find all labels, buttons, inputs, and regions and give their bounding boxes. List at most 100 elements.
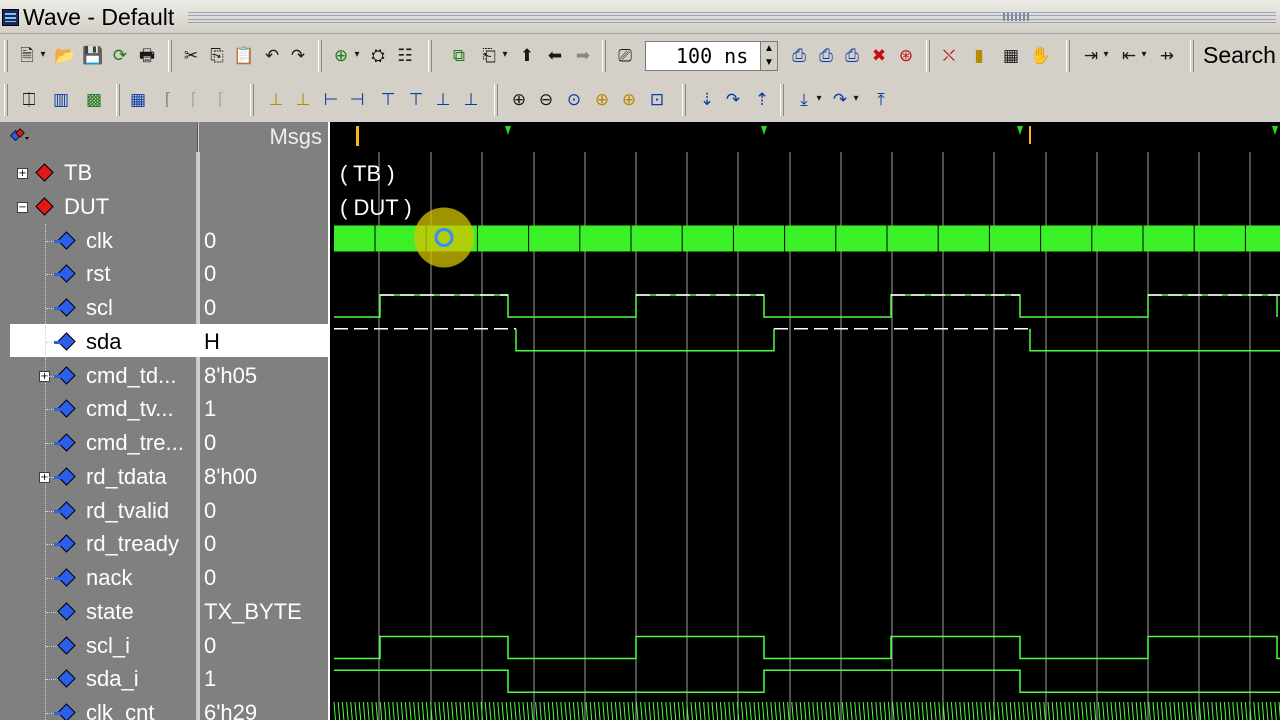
signal-value[interactable]: 0 [204,426,328,460]
zoom-select-icon[interactable]: ⊡ [646,87,668,111]
print-icon[interactable]: 🖶 [136,43,158,67]
properties-icon[interactable]: ☷ [394,43,416,67]
dropdown-arrow-icon[interactable]: ▾ [814,87,824,111]
signal-name[interactable]: cmd_td... [86,363,176,389]
undo-icon[interactable]: ↶ [261,43,283,67]
signal-row-cmd_td[interactable]: + cmd_td... [0,359,198,393]
prev-falling-icon[interactable]: ⊥ [432,87,454,111]
hand-icon[interactable]: ✋ [1030,43,1052,67]
stop-icon[interactable]: ⊛ [895,43,917,67]
zoom-full-icon[interactable]: ⊙ [563,87,585,111]
signal-value[interactable]: 0 [204,629,328,663]
signal-row-state[interactable]: state [0,595,198,629]
insert-cursor-icon[interactable]: ⊥ [265,87,287,111]
cursor-mode-icon[interactable]: ⎅ [18,87,40,111]
forward-arrow-icon[interactable]: ➡ [572,43,594,67]
prev-edge-icon[interactable]: ⊢ [320,87,342,111]
cursor-marker[interactable] [1029,126,1031,144]
run-icon[interactable]: ⎙ [788,43,810,67]
zoom-in-icon[interactable]: ⊕ [508,87,530,111]
signal-value[interactable]: TX_BYTE [204,595,328,629]
run-length-spinner[interactable]: ▲ ▼ [760,41,778,71]
signal-name[interactable]: clk [86,228,113,254]
time-marker[interactable] [505,126,511,135]
signal-row-rd_tdata[interactable]: + rd_tdata [0,460,198,494]
collapse-icon[interactable]: − [17,201,28,213]
dropdown-arrow-icon[interactable]: ▾ [851,87,861,111]
signal-name[interactable]: state [86,599,134,625]
time-marker[interactable] [1272,126,1278,135]
step-up-icon[interactable]: ⇡ [751,87,773,111]
copy-icon[interactable]: ⎘ [206,43,228,67]
step-over-line-icon[interactable]: ↷ [829,87,851,111]
simulate-icon[interactable]: ⎗ [478,43,500,67]
profile-icon[interactable]: ▮ [968,43,990,67]
run-all-icon[interactable]: ⎙ [841,43,863,67]
dropdown-arrow-icon[interactable]: ▾ [500,43,510,67]
step-down-icon[interactable]: ⇣ [696,87,718,111]
signal-name[interactable]: cmd_tre... [86,430,184,456]
zoom-mode-icon[interactable]: ⌈ [157,87,179,111]
reload-icon[interactable]: ⟳ [109,43,131,67]
signal-row-DUT[interactable]: − DUT [0,190,198,224]
wave-mode-icon[interactable]: ▥ [50,87,72,111]
dropdown-arrow-icon[interactable]: ▾ [1101,43,1111,67]
clear-breakpoints-icon[interactable]: ⛌ [938,43,960,67]
cursor-bar[interactable] [330,122,1280,152]
signal-value[interactable]: 0 [204,291,328,325]
signal-value[interactable] [204,156,328,190]
select-mode-icon[interactable]: ▦ [127,87,149,111]
up-arrow-icon[interactable]: ⬆ [516,43,538,67]
open-folder-icon[interactable]: 📂 [54,43,76,67]
signal-row-TB[interactable]: + TB [0,156,198,190]
signal-row-scl[interactable]: scl [0,291,198,325]
signal-value[interactable]: 6'h29 [204,696,328,720]
signal-row-cmd_tv[interactable]: cmd_tv... [0,392,198,426]
restart-icon[interactable]: ⎚ [614,43,636,67]
prev-rising-icon[interactable]: ⊤ [377,87,399,111]
run-length-input[interactable]: 100 ns [645,41,760,71]
signal-name[interactable]: rd_tvalid [86,498,169,524]
zoom-out-icon[interactable]: ⊖ [535,87,557,111]
dropdown-arrow-icon[interactable]: ▾ [1139,43,1149,67]
new-file-icon[interactable]: 🗎 [16,43,38,67]
waveform-pane[interactable]: ( TB ) ( DUT ) [330,152,1280,720]
step-out-icon[interactable]: ⇤ [1118,43,1140,67]
signal-name[interactable]: cmd_tv... [86,396,174,422]
continue-run-icon[interactable]: ⎙ [815,43,837,67]
redo-icon[interactable]: ↷ [287,43,309,67]
cursor-marker[interactable] [356,126,359,146]
step-into-icon[interactable]: ⤓ [793,87,815,111]
signal-row-clk_cnt[interactable]: clk_cnt [0,696,198,720]
signal-name[interactable]: rd_tready [86,531,179,557]
signal-value[interactable]: 0 [204,494,328,528]
signal-name[interactable]: DUT [64,194,109,220]
signal-value[interactable] [204,190,328,224]
signal-row-cmd_tre[interactable]: cmd_tre... [0,426,198,460]
step-over-wave-icon[interactable]: ↷ [722,87,744,111]
signal-value[interactable]: 1 [204,392,328,426]
signal-value[interactable]: H [204,325,328,359]
toolbar-grip[interactable] [4,40,8,72]
pan-mode-icon[interactable]: ⌈ [183,87,205,111]
signal-value[interactable]: 8'h00 [204,460,328,494]
time-marker[interactable] [1017,126,1023,135]
signal-name[interactable]: TB [64,160,92,186]
zoom-range-icon[interactable]: ⊕ [618,87,640,111]
step-out-line-icon[interactable]: ⤒ [870,87,892,111]
save-icon[interactable]: 💾 [82,43,104,67]
memory-icon[interactable]: ▦ [1000,43,1022,67]
paste-icon[interactable]: 📋 [233,43,255,67]
wave-fill-icon[interactable]: ▩ [83,87,105,111]
step-in-icon[interactable]: ⇥ [1080,43,1102,67]
signal-name[interactable]: sda_i [86,666,139,692]
signal-row-scl_i[interactable]: scl_i [0,629,198,663]
expand-icon[interactable]: + [17,168,28,179]
signal-value[interactable]: 1 [204,662,328,696]
search-label[interactable]: Search [1203,42,1276,69]
signal-value[interactable]: 8'h05 [204,359,328,393]
signal-value[interactable]: 0 [204,561,328,595]
signal-row-rd_tready[interactable]: rd_tready [0,527,198,561]
signal-value[interactable]: 0 [204,257,328,291]
signal-name[interactable]: rd_tdata [86,464,167,490]
